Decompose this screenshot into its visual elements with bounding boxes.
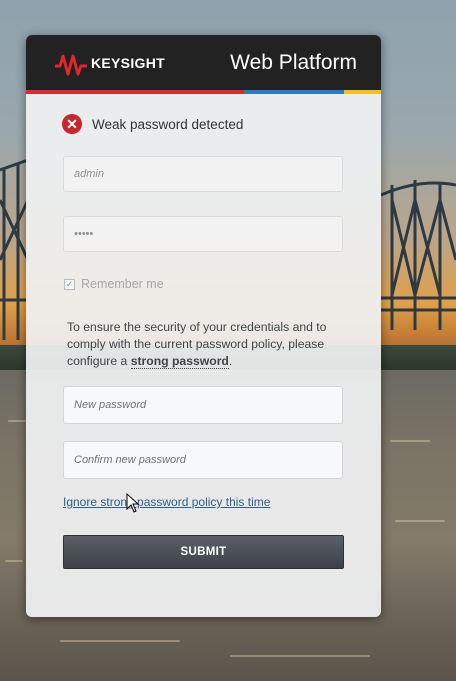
remember-me-label: Remember me <box>81 277 164 291</box>
confirm-password-field[interactable] <box>63 441 343 479</box>
login-card: KEYSIGHT Web Platform ✕ Weak password de… <box>26 35 381 617</box>
water-ripple <box>5 560 23 562</box>
accent-stripe-yellow <box>344 90 381 94</box>
keysight-logo-icon <box>55 54 87 76</box>
username-field[interactable] <box>63 156 343 192</box>
weak-password-alert: ✕ Weak password detected <box>62 113 243 135</box>
water-ripple <box>230 655 370 657</box>
error-icon: ✕ <box>62 114 82 134</box>
policy-text-end: . <box>228 354 233 368</box>
password-field[interactable] <box>63 216 343 252</box>
accent-stripe-blue <box>244 90 344 94</box>
water-ripple <box>395 520 445 522</box>
water-ripple <box>8 420 28 422</box>
brand-name: KEYSIGHT <box>91 55 165 71</box>
alert-message: Weak password detected <box>92 116 244 132</box>
strong-password-term: strong password <box>130 354 229 369</box>
remember-me-checkbox[interactable]: ✓ <box>64 278 75 290</box>
accent-stripe-red <box>26 90 244 94</box>
mouse-cursor-icon <box>126 493 140 513</box>
ignore-policy-link[interactable]: Ignore strong password policy this time <box>63 495 270 509</box>
policy-message: To ensure the security of your credentia… <box>67 319 347 370</box>
new-password-field[interactable] <box>63 386 343 424</box>
water-ripple <box>60 640 180 642</box>
remember-me[interactable]: ✓ Remember me <box>64 277 164 291</box>
water-ripple <box>390 440 430 442</box>
submit-button[interactable]: SUBMIT <box>63 535 344 569</box>
platform-title: Web Platform <box>230 51 357 74</box>
header-bar: KEYSIGHT Web Platform <box>26 35 381 90</box>
